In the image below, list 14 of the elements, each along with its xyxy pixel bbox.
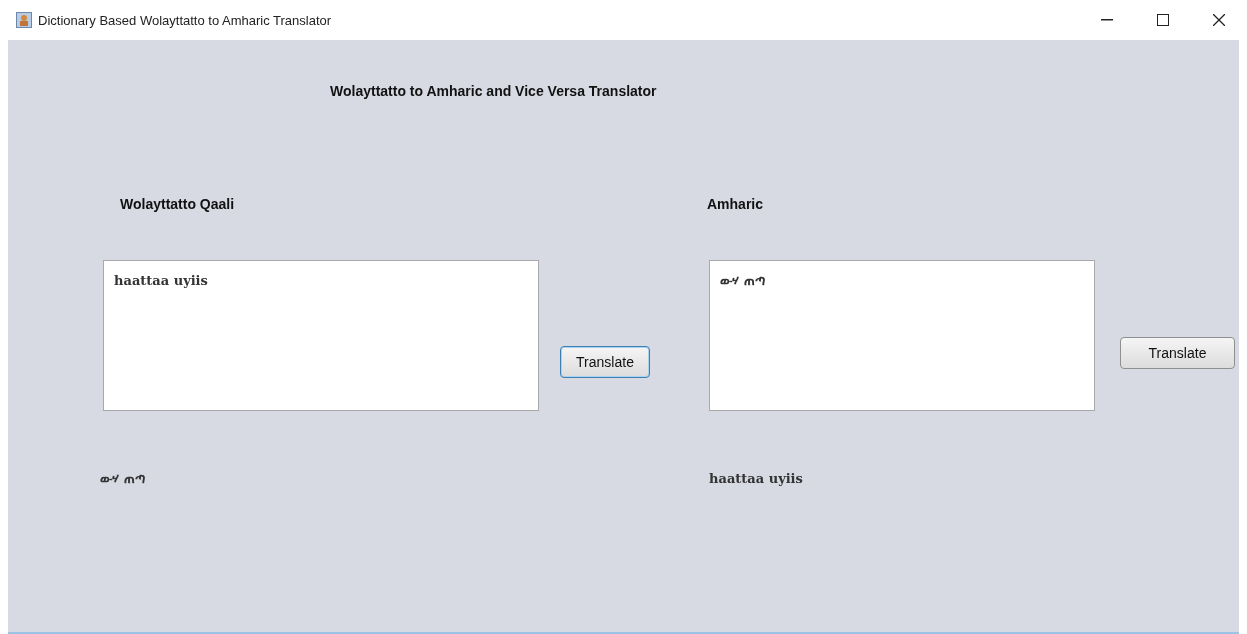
target-text-area[interactable]: ውሃ ጠጣ: [709, 260, 1095, 411]
translate-button[interactable]: Translate: [560, 346, 650, 378]
target-label: Amharic: [707, 196, 765, 214]
source-result: ውሃ ጠጣ: [100, 471, 145, 487]
window-title: Dictionary Based Wolayttatto to Amharic Translator: [38, 12, 332, 28]
heading: Wolayttatto to Amharic and Vice Versa Translator: [330, 83, 658, 99]
minimize-icon: [1101, 19, 1113, 21]
app-icon: [16, 12, 32, 28]
close-icon: [1213, 14, 1225, 26]
maximize-icon: [1157, 14, 1169, 26]
target-result: haattaa uyiis: [709, 471, 803, 486]
source-label: Wolayttatto Qaali: [120, 196, 236, 214]
translate-button[interactable]: Translate: [1120, 337, 1235, 369]
source-text-area[interactable]: haattaa uyiis: [103, 260, 539, 411]
